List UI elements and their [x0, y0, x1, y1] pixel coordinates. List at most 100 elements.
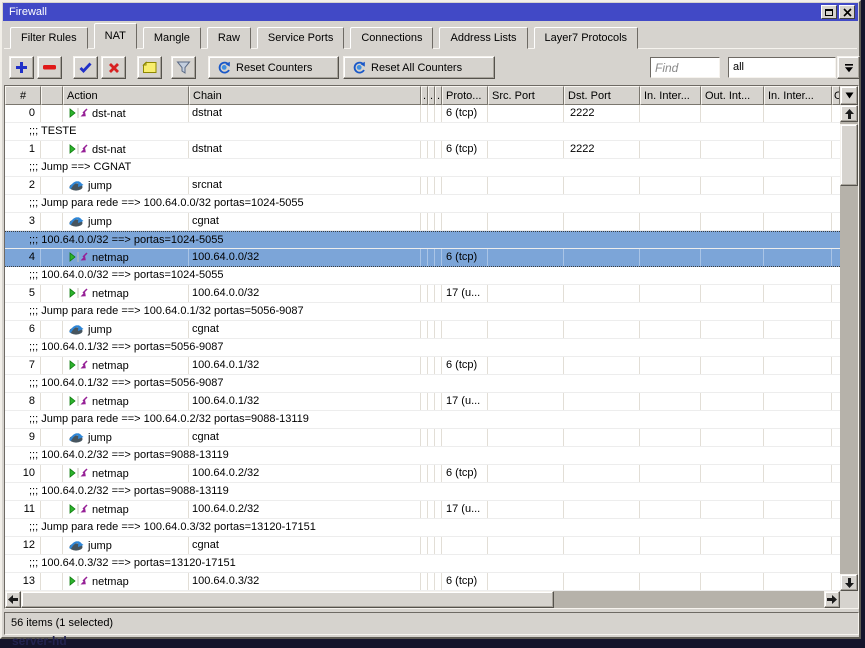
comment-row[interactable]: ;;; 100.64.0.1/32 ==> portas=5056-9087 [5, 375, 840, 393]
rule-row[interactable]: 8netmap100.64.0.1/3217 (u... [5, 393, 840, 411]
cell-clipped [832, 465, 840, 482]
tab-connections[interactable]: Connections [350, 27, 433, 49]
header-protocol[interactable]: Proto... [442, 86, 488, 105]
cell-action: dst-nat [63, 105, 189, 122]
scroll-up-button[interactable] [840, 105, 858, 122]
action-label: jump [88, 432, 112, 444]
cell-narrow [435, 141, 442, 158]
rule-row[interactable]: 1dst-natdstnat6 (tcp)2222 [5, 141, 840, 159]
cell-action: jump [63, 537, 189, 554]
comment-row[interactable]: ;;; Jump para rede ==> 100.64.0.2/32 por… [5, 411, 840, 429]
reset-all-counters-button[interactable]: Reset All Counters [343, 56, 495, 79]
filter-dropdown-button[interactable] [837, 56, 860, 79]
rule-row[interactable]: 2jumpsrcnat [5, 177, 840, 195]
cell-narrow [428, 501, 435, 518]
dropdown-arrow-icon [844, 63, 854, 73]
header-narrow-2[interactable]: . [428, 86, 435, 105]
horizontal-scroll-thumb[interactable] [21, 591, 554, 608]
comment-row[interactable]: ;;; 100.64.0.3/32 ==> portas=13120-17151 [5, 555, 840, 573]
header-out-clipped[interactable]: O... [832, 86, 840, 105]
rule-row[interactable]: 7netmap100.64.0.1/326 (tcp) [5, 357, 840, 375]
cell-in-interface-list [764, 285, 832, 302]
header-blank[interactable] [41, 86, 63, 105]
disable-button[interactable] [101, 56, 126, 79]
cell-out-interface [701, 573, 764, 590]
column-select-button[interactable] [840, 86, 858, 105]
horizontal-scrollbar[interactable] [5, 591, 840, 608]
tab-service-ports[interactable]: Service Ports [257, 27, 344, 49]
comment-row[interactable]: ;;; Jump para rede ==> 100.64.0.1/32 por… [5, 303, 840, 321]
header-number[interactable]: # [5, 86, 41, 105]
rule-row[interactable]: 11netmap100.64.0.2/3217 (u... [5, 501, 840, 519]
tab-address-lists[interactable]: Address Lists [439, 27, 527, 49]
comment-text: ;;; 100.64.0.0/32 ==> portas=1024-5055 [29, 269, 224, 282]
reset-counters-button[interactable]: Reset Counters [208, 56, 339, 79]
comment-button[interactable] [137, 56, 162, 79]
cell-dst-port [564, 285, 640, 302]
rule-row[interactable]: 4netmap100.64.0.0/326 (tcp) [5, 249, 840, 267]
comment-row[interactable]: ;;; 100.64.0.2/32 ==> portas=9088-13119 [5, 483, 840, 501]
remove-button[interactable] [37, 56, 62, 79]
header-chain[interactable]: Chain [189, 86, 421, 105]
header-action[interactable]: Action [63, 86, 189, 105]
tab-mangle[interactable]: Mangle [143, 27, 201, 49]
cell-chain: 100.64.0.2/32 [189, 501, 421, 518]
cell-chain: dstnat [189, 141, 421, 158]
cell-out-interface [701, 141, 764, 158]
comment-row[interactable]: ;;; Jump para rede ==> 100.64.0.0/32 por… [5, 195, 840, 213]
comment-row[interactable]: ;;; Jump para rede ==> 100.64.0.3/32 por… [5, 519, 840, 537]
cell-in-interface [640, 357, 701, 374]
tab-filter-rules[interactable]: Filter Rules [10, 27, 88, 49]
cell-narrow [421, 141, 428, 158]
add-button[interactable] [9, 56, 34, 79]
maximize-button[interactable] [821, 5, 837, 19]
vertical-scroll-thumb[interactable] [840, 124, 858, 186]
comment-text: ;;; Jump para rede ==> 100.64.0.2/32 por… [29, 413, 309, 426]
titlebar[interactable]: Firewall [3, 3, 858, 21]
cell-chain: 100.64.0.0/32 [189, 249, 421, 266]
filter-button[interactable] [171, 56, 196, 79]
cell-src-port [488, 501, 564, 518]
header-in-interface[interactable]: In. Inter... [640, 86, 701, 105]
cell-blank [41, 501, 63, 518]
comment-row[interactable]: ;;; 100.64.0.0/32 ==> portas=1024-5055 [5, 231, 840, 249]
cell-in-interface [640, 321, 701, 338]
vertical-scrollbar[interactable] [840, 86, 858, 608]
close-button[interactable] [839, 5, 855, 19]
header-out-interface[interactable]: Out. Int... [701, 86, 764, 105]
rule-row[interactable]: 5netmap100.64.0.0/3217 (u... [5, 285, 840, 303]
comment-row[interactable]: ;;; TESTE [5, 123, 840, 141]
rule-row[interactable]: 0dst-natdstnat6 (tcp)2222 [5, 105, 840, 123]
header-narrow-1[interactable]: . [421, 86, 428, 105]
enable-button[interactable] [73, 56, 98, 79]
comment-row[interactable]: ;;; 100.64.0.2/32 ==> portas=9088-13119 [5, 447, 840, 465]
header-narrow-3[interactable]: . [435, 86, 442, 105]
scroll-down-button[interactable] [840, 574, 858, 591]
comment-row[interactable]: ;;; Jump ==> CGNAT [5, 159, 840, 177]
comment-row[interactable]: ;;; 100.64.0.0/32 ==> portas=1024-5055 [5, 267, 840, 285]
find-input[interactable] [650, 57, 720, 78]
maximize-icon [825, 9, 833, 16]
rule-row[interactable]: 12jumpcgnat [5, 537, 840, 555]
scroll-right-button[interactable] [824, 591, 840, 608]
rule-row[interactable]: 3jumpcgnat [5, 213, 840, 231]
cell-narrow [428, 429, 435, 446]
rule-row[interactable]: 9jumpcgnat [5, 429, 840, 447]
tab-layer7-protocols[interactable]: Layer7 Protocols [534, 27, 639, 49]
rule-row[interactable]: 13netmap100.64.0.3/326 (tcp) [5, 573, 840, 591]
filter-dropdown[interactable]: all [728, 57, 836, 78]
header-in-interface-list[interactable]: In. Inter... [764, 86, 832, 105]
rule-row[interactable]: 10netmap100.64.0.2/326 (tcp) [5, 465, 840, 483]
scroll-left-button[interactable] [5, 591, 21, 608]
cell-number: 6 [5, 321, 41, 338]
comment-row[interactable]: ;;; 100.64.0.1/32 ==> portas=5056-9087 [5, 339, 840, 357]
cell-protocol: 6 (tcp) [442, 141, 488, 158]
rule-row[interactable]: 6jumpcgnat [5, 321, 840, 339]
header-src-port[interactable]: Src. Port [488, 86, 564, 105]
tab-raw[interactable]: Raw [207, 27, 251, 49]
cell-in-interface-list [764, 105, 832, 122]
cell-protocol [442, 177, 488, 194]
dst-nat-icon [68, 108, 92, 120]
tab-nat[interactable]: NAT [94, 23, 137, 49]
header-dst-port[interactable]: Dst. Port [564, 86, 640, 105]
